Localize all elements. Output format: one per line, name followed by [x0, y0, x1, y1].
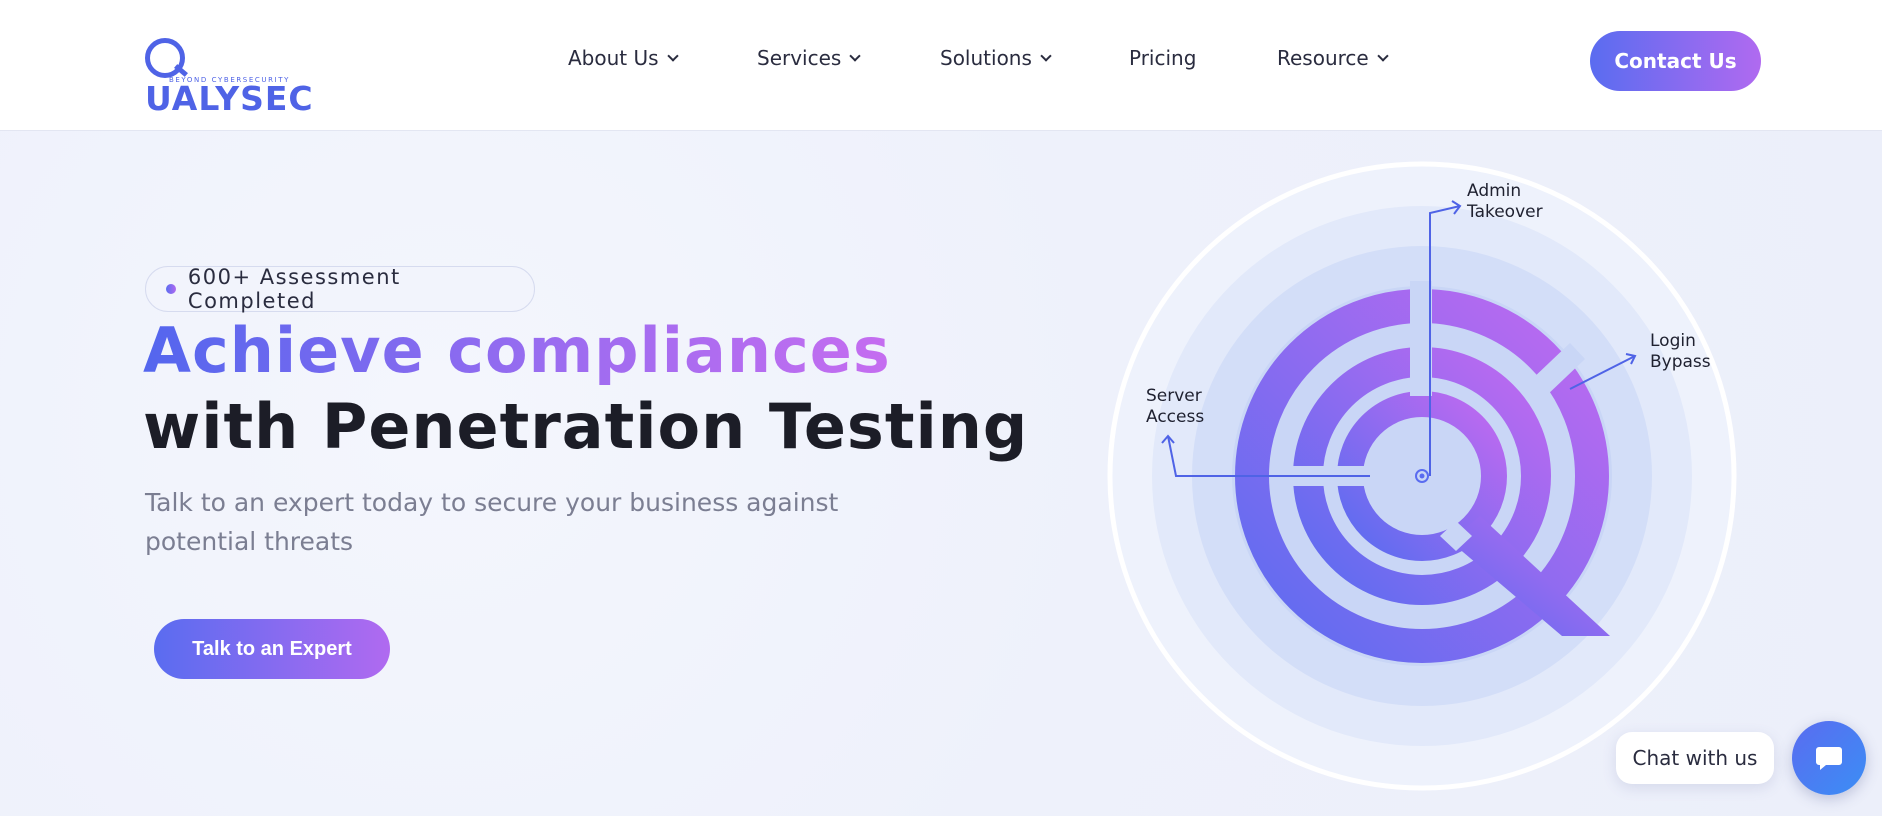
nav-services[interactable]: Services [757, 46, 862, 70]
hero-headline: with Penetration Testing [143, 390, 1029, 463]
hero-subtext: Talk to an expert today to secure your b… [145, 488, 839, 556]
logo-tagline: BEYOND CYBERSECURITY [169, 76, 290, 84]
pentest-target-illustration: Admin Takeover Login Bypass Server Acces… [1100, 131, 1860, 816]
nav-pricing-label: Pricing [1129, 46, 1197, 70]
nav-solutions[interactable]: Solutions [940, 46, 1052, 70]
hero-section: 600+ Assessment Completed Achieve compli… [0, 131, 1882, 816]
qualysec-logo[interactable]: UALYSEC BEYOND CYBERSECURITY [145, 38, 355, 118]
logo-q-icon [145, 38, 185, 78]
chat-launcher-button[interactable] [1792, 721, 1866, 795]
nav-resource[interactable]: Resource [1277, 46, 1389, 70]
nav-solutions-label: Solutions [940, 46, 1032, 70]
nav-services-label: Services [757, 46, 842, 70]
contact-us-button[interactable]: Contact Us [1590, 31, 1761, 91]
chevron-down-icon [849, 49, 862, 62]
chat-with-us-bubble[interactable]: Chat with us [1616, 732, 1774, 784]
assessment-badge: 600+ Assessment Completed [145, 265, 535, 313]
label-login-bypass: Login Bypass [1650, 331, 1711, 372]
label-admin-takeover: Admin Takeover [1467, 181, 1543, 222]
talk-to-expert-button[interactable]: Talk to an Expert [154, 619, 390, 679]
badge-dot-icon [166, 284, 176, 294]
nav-about-us-label: About Us [568, 46, 659, 70]
chevron-down-icon [666, 49, 679, 62]
site-header: UALYSEC BEYOND CYBERSECURITY About Us Se… [0, 0, 1882, 131]
nav-about-us[interactable]: About Us [568, 46, 679, 70]
nav-resource-label: Resource [1277, 46, 1369, 70]
hero-headline-gradient: Achieve compliances [143, 314, 891, 387]
nav-pricing[interactable]: Pricing [1129, 46, 1196, 70]
chevron-down-icon [1377, 49, 1389, 62]
label-server-access: Server Access [1146, 386, 1205, 427]
chat-icon [1816, 747, 1842, 770]
target-icon [1107, 161, 1737, 791]
chevron-down-icon [1040, 49, 1052, 62]
badge-text: 600+ Assessment Completed [187, 265, 401, 313]
